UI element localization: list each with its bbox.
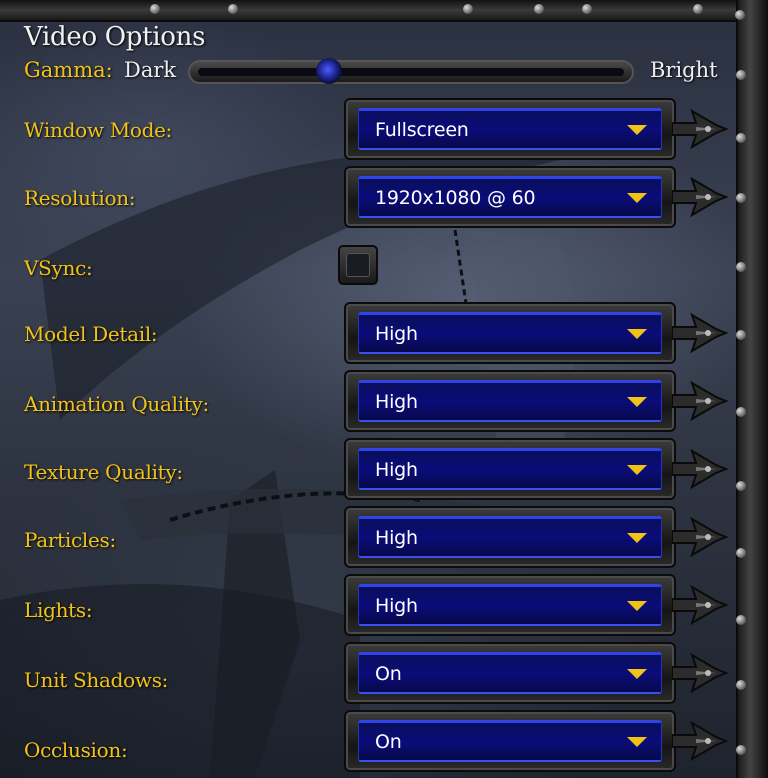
rivet-icon (736, 481, 746, 491)
lights-value: High (375, 595, 418, 617)
spiked-arrow-icon (672, 516, 728, 558)
window-mode-value: Fullscreen (375, 119, 469, 141)
texture-quality-value: High (375, 459, 418, 481)
rivet-icon (736, 548, 746, 558)
rivet-icon (736, 133, 746, 143)
texture-quality-label: Texture Quality: (24, 460, 183, 484)
rivet-icon (736, 193, 746, 203)
vsync-checkbox[interactable] (338, 245, 378, 285)
rivet-icon (736, 680, 746, 690)
rivet-icon (736, 262, 746, 272)
unit-shadows-value: On (375, 663, 402, 685)
unit-shadows-label: Unit Shadows: (24, 668, 169, 692)
animation-quality-label: Animation Quality: (24, 392, 209, 416)
particles-dropdown-box[interactable]: High (358, 516, 662, 558)
rivet-icon (736, 330, 746, 340)
rivet-icon (228, 4, 238, 14)
rivet-icon (736, 407, 746, 417)
resolution-dropdown-box[interactable]: 1920x1080 @ 60 (358, 176, 662, 218)
vsync-checkbox-inner (346, 253, 370, 277)
spiked-arrow-icon (672, 720, 728, 762)
texture-quality-dropdown-box[interactable]: High (358, 448, 662, 490)
rivet-icon (582, 4, 592, 14)
rivet-icon (736, 615, 746, 625)
chevron-down-icon[interactable] (627, 737, 647, 747)
gamma-label: Gamma: (24, 58, 113, 82)
spiked-arrow-icon (672, 652, 728, 694)
spiked-arrow-icon (672, 176, 728, 218)
rivet-icon (463, 4, 473, 14)
chevron-down-icon[interactable] (627, 533, 647, 543)
rivet-icon (693, 4, 703, 14)
rivet-icon (736, 745, 746, 755)
chevron-down-icon[interactable] (627, 397, 647, 407)
resolution-dropdown[interactable]: 1920x1080 @ 60 (344, 166, 676, 228)
page-title: Video Options (24, 22, 206, 52)
lights-label: Lights: (24, 598, 93, 622)
animation-quality-dropdown[interactable]: High (344, 370, 676, 432)
spiked-arrow-icon (672, 312, 728, 354)
particles-dropdown[interactable]: High (344, 506, 676, 568)
top-frame-border (0, 0, 768, 22)
vsync-label: VSync: (24, 256, 93, 280)
chevron-down-icon[interactable] (627, 125, 647, 135)
resolution-label: Resolution: (24, 186, 136, 210)
lights-dropdown-box[interactable]: High (358, 584, 662, 626)
model-detail-label: Model Detail: (24, 322, 158, 346)
animation-quality-dropdown-box[interactable]: High (358, 380, 662, 422)
gamma-slider[interactable] (188, 60, 634, 84)
occlusion-value: On (375, 731, 402, 753)
chevron-down-icon[interactable] (627, 669, 647, 679)
animation-quality-value: High (375, 391, 418, 413)
chevron-down-icon[interactable] (627, 329, 647, 339)
occlusion-label: Occlusion: (24, 738, 128, 762)
right-frame-border (736, 0, 768, 778)
particles-label: Particles: (24, 528, 116, 552)
window-mode-dropdown[interactable]: Fullscreen (344, 98, 676, 160)
unit-shadows-dropdown-box[interactable]: On (358, 652, 662, 694)
model-detail-dropdown-box[interactable]: High (358, 312, 662, 354)
gamma-dark-label: Dark (124, 58, 177, 82)
spiked-arrow-icon (672, 108, 728, 150)
gamma-slider-groove (198, 68, 624, 76)
lights-dropdown[interactable]: High (344, 574, 676, 636)
unit-shadows-dropdown[interactable]: On (344, 642, 676, 704)
rivet-icon (150, 4, 160, 14)
rivet-icon (534, 4, 544, 14)
occlusion-dropdown[interactable]: On (344, 710, 676, 772)
rivet-icon (736, 70, 746, 80)
chevron-down-icon[interactable] (627, 193, 647, 203)
texture-quality-dropdown[interactable]: High (344, 438, 676, 500)
chevron-down-icon[interactable] (627, 601, 647, 611)
spiked-arrow-icon (672, 448, 728, 490)
resolution-value: 1920x1080 @ 60 (375, 187, 536, 209)
window-mode-dropdown-box[interactable]: Fullscreen (358, 108, 662, 150)
particles-value: High (375, 527, 418, 549)
model-detail-value: High (375, 323, 418, 345)
gamma-bright-label: Bright (650, 58, 718, 82)
spiked-arrow-icon (672, 584, 728, 626)
model-detail-dropdown[interactable]: High (344, 302, 676, 364)
window-mode-label: Window Mode: (24, 118, 173, 142)
spiked-arrow-icon (672, 380, 728, 422)
chevron-down-icon[interactable] (627, 465, 647, 475)
occlusion-dropdown-box[interactable]: On (358, 720, 662, 762)
rivet-icon (735, 10, 745, 20)
